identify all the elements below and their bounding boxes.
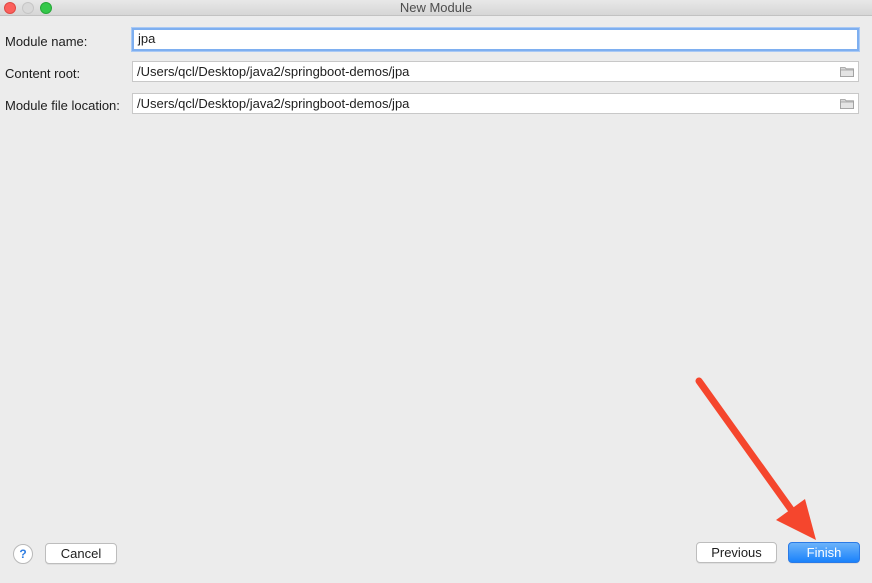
module-file-location-value: /Users/qcl/Desktop/java2/springboot-demo… xyxy=(137,96,410,111)
content-root-input[interactable]: /Users/qcl/Desktop/java2/springboot-demo… xyxy=(132,61,859,82)
folder-icon[interactable] xyxy=(840,65,854,77)
content-root-label: Content root: xyxy=(5,66,81,81)
folder-icon[interactable] xyxy=(840,97,854,109)
content-root-value: /Users/qcl/Desktop/java2/springboot-demo… xyxy=(137,64,410,79)
close-window-button[interactable] xyxy=(4,2,16,14)
window-title: New Module xyxy=(399,0,473,15)
module-file-location-label: Module file location: xyxy=(5,98,120,113)
module-file-location-input[interactable]: /Users/qcl/Desktop/java2/springboot-demo… xyxy=(132,93,859,114)
help-icon[interactable]: ? xyxy=(13,544,33,564)
minimize-window-button[interactable] xyxy=(22,2,34,14)
previous-button[interactable]: Previous xyxy=(696,542,777,563)
annotation-arrow xyxy=(695,377,816,540)
module-name-label: Module name: xyxy=(5,34,88,49)
cancel-button[interactable]: Cancel xyxy=(45,543,117,564)
finish-button[interactable]: Finish xyxy=(788,542,860,563)
module-name-input[interactable]: jpa xyxy=(132,28,859,51)
new-module-dialog: New Module Module name: jpa Content root… xyxy=(0,0,872,583)
maximize-window-button[interactable] xyxy=(40,2,52,14)
module-name-value: jpa xyxy=(138,31,156,46)
title-bar: New Module xyxy=(0,0,872,16)
